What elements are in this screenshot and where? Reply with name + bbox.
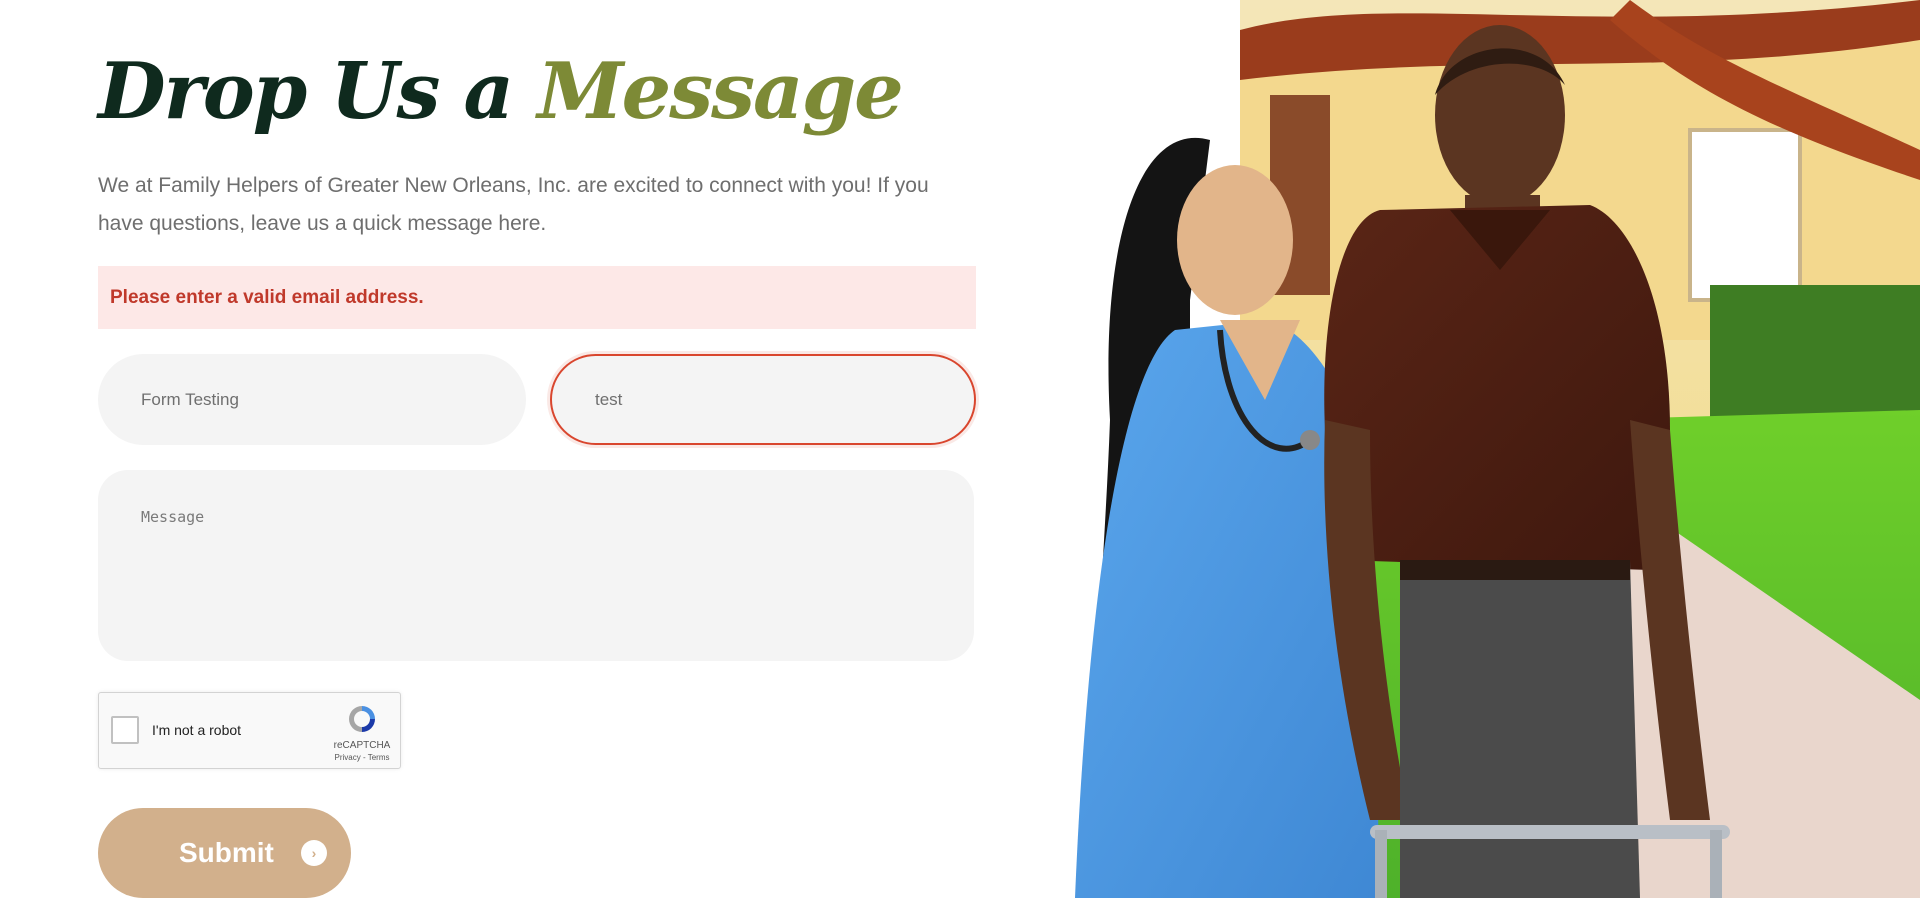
page-title-part-2: Message (537, 46, 903, 137)
name-field-value: Form Testing (141, 389, 239, 409)
name-field[interactable]: Form Testing (98, 354, 526, 445)
recaptcha-widget: I'm not a robot reCAPTCHA Privacy - Term… (98, 692, 401, 769)
recaptcha-brand: reCAPTCHA (333, 740, 391, 751)
recaptcha-logo-icon (349, 706, 375, 732)
error-alert: Please enter a valid email address. (98, 266, 976, 329)
page-title: Drop Us a Message (98, 42, 904, 142)
page-title-part-1: Drop Us a (98, 46, 514, 137)
recaptcha-label: I'm not a robot (152, 722, 242, 738)
message-field-placeholder: Message (141, 508, 205, 526)
email-field[interactable]: test (550, 354, 976, 445)
chevron-right-icon: › (301, 840, 327, 866)
error-alert-text: Please enter a valid email address. (110, 286, 424, 308)
submit-button[interactable]: Submit › (98, 808, 351, 898)
submit-button-label: Submit (179, 837, 274, 868)
recaptcha-links[interactable]: Privacy - Terms (323, 753, 401, 762)
message-field[interactable]: Message (98, 470, 974, 661)
intro-text: We at Family Helpers of Greater New Orle… (98, 174, 929, 235)
recaptcha-checkbox[interactable] (111, 716, 139, 744)
hero-photo (1075, 0, 1920, 898)
email-field-value: test (595, 389, 623, 409)
